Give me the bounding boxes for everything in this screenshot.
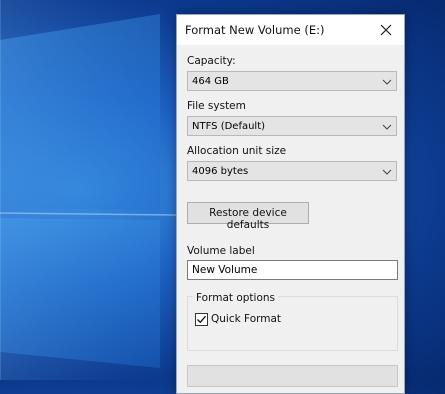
restore-defaults-label: Restore device defaults <box>209 207 287 231</box>
capacity-label: Capacity: <box>187 55 236 67</box>
allocation-unit-label: Allocation unit size <box>187 145 287 157</box>
capacity-select[interactable]: 464 GB <box>187 71 397 91</box>
close-icon[interactable] <box>374 18 398 42</box>
chevron-down-icon <box>382 77 392 87</box>
capacity-value: 464 GB <box>192 76 229 87</box>
format-options-legend: Format options <box>193 292 279 304</box>
quick-format-label[interactable]: Quick Format <box>211 313 281 325</box>
file-system-value: NTFS (Default) <box>192 121 266 132</box>
checkmark-icon <box>197 315 206 324</box>
file-system-select[interactable]: NTFS (Default) <box>187 116 397 136</box>
dialog-title: Format New Volume (E:) <box>185 23 325 37</box>
file-system-label: File system <box>187 100 246 112</box>
volume-label-input[interactable]: New Volume <box>187 260 398 280</box>
chevron-down-icon <box>382 167 392 177</box>
allocation-unit-select[interactable]: 4096 bytes <box>187 161 397 181</box>
restore-defaults-button[interactable]: Restore device defaults <box>187 202 309 231</box>
format-dialog: Format New Volume (E:) Capacity: 464 GB … <box>176 14 405 394</box>
progress-bar <box>187 365 398 387</box>
dialog-titlebar[interactable]: Format New Volume (E:) <box>177 15 404 45</box>
volume-label-label: Volume label <box>187 245 255 257</box>
volume-label-value: New Volume <box>192 264 258 276</box>
quick-format-checkbox[interactable] <box>195 313 208 326</box>
allocation-unit-value: 4096 bytes <box>192 166 249 177</box>
chevron-down-icon <box>382 122 392 132</box>
